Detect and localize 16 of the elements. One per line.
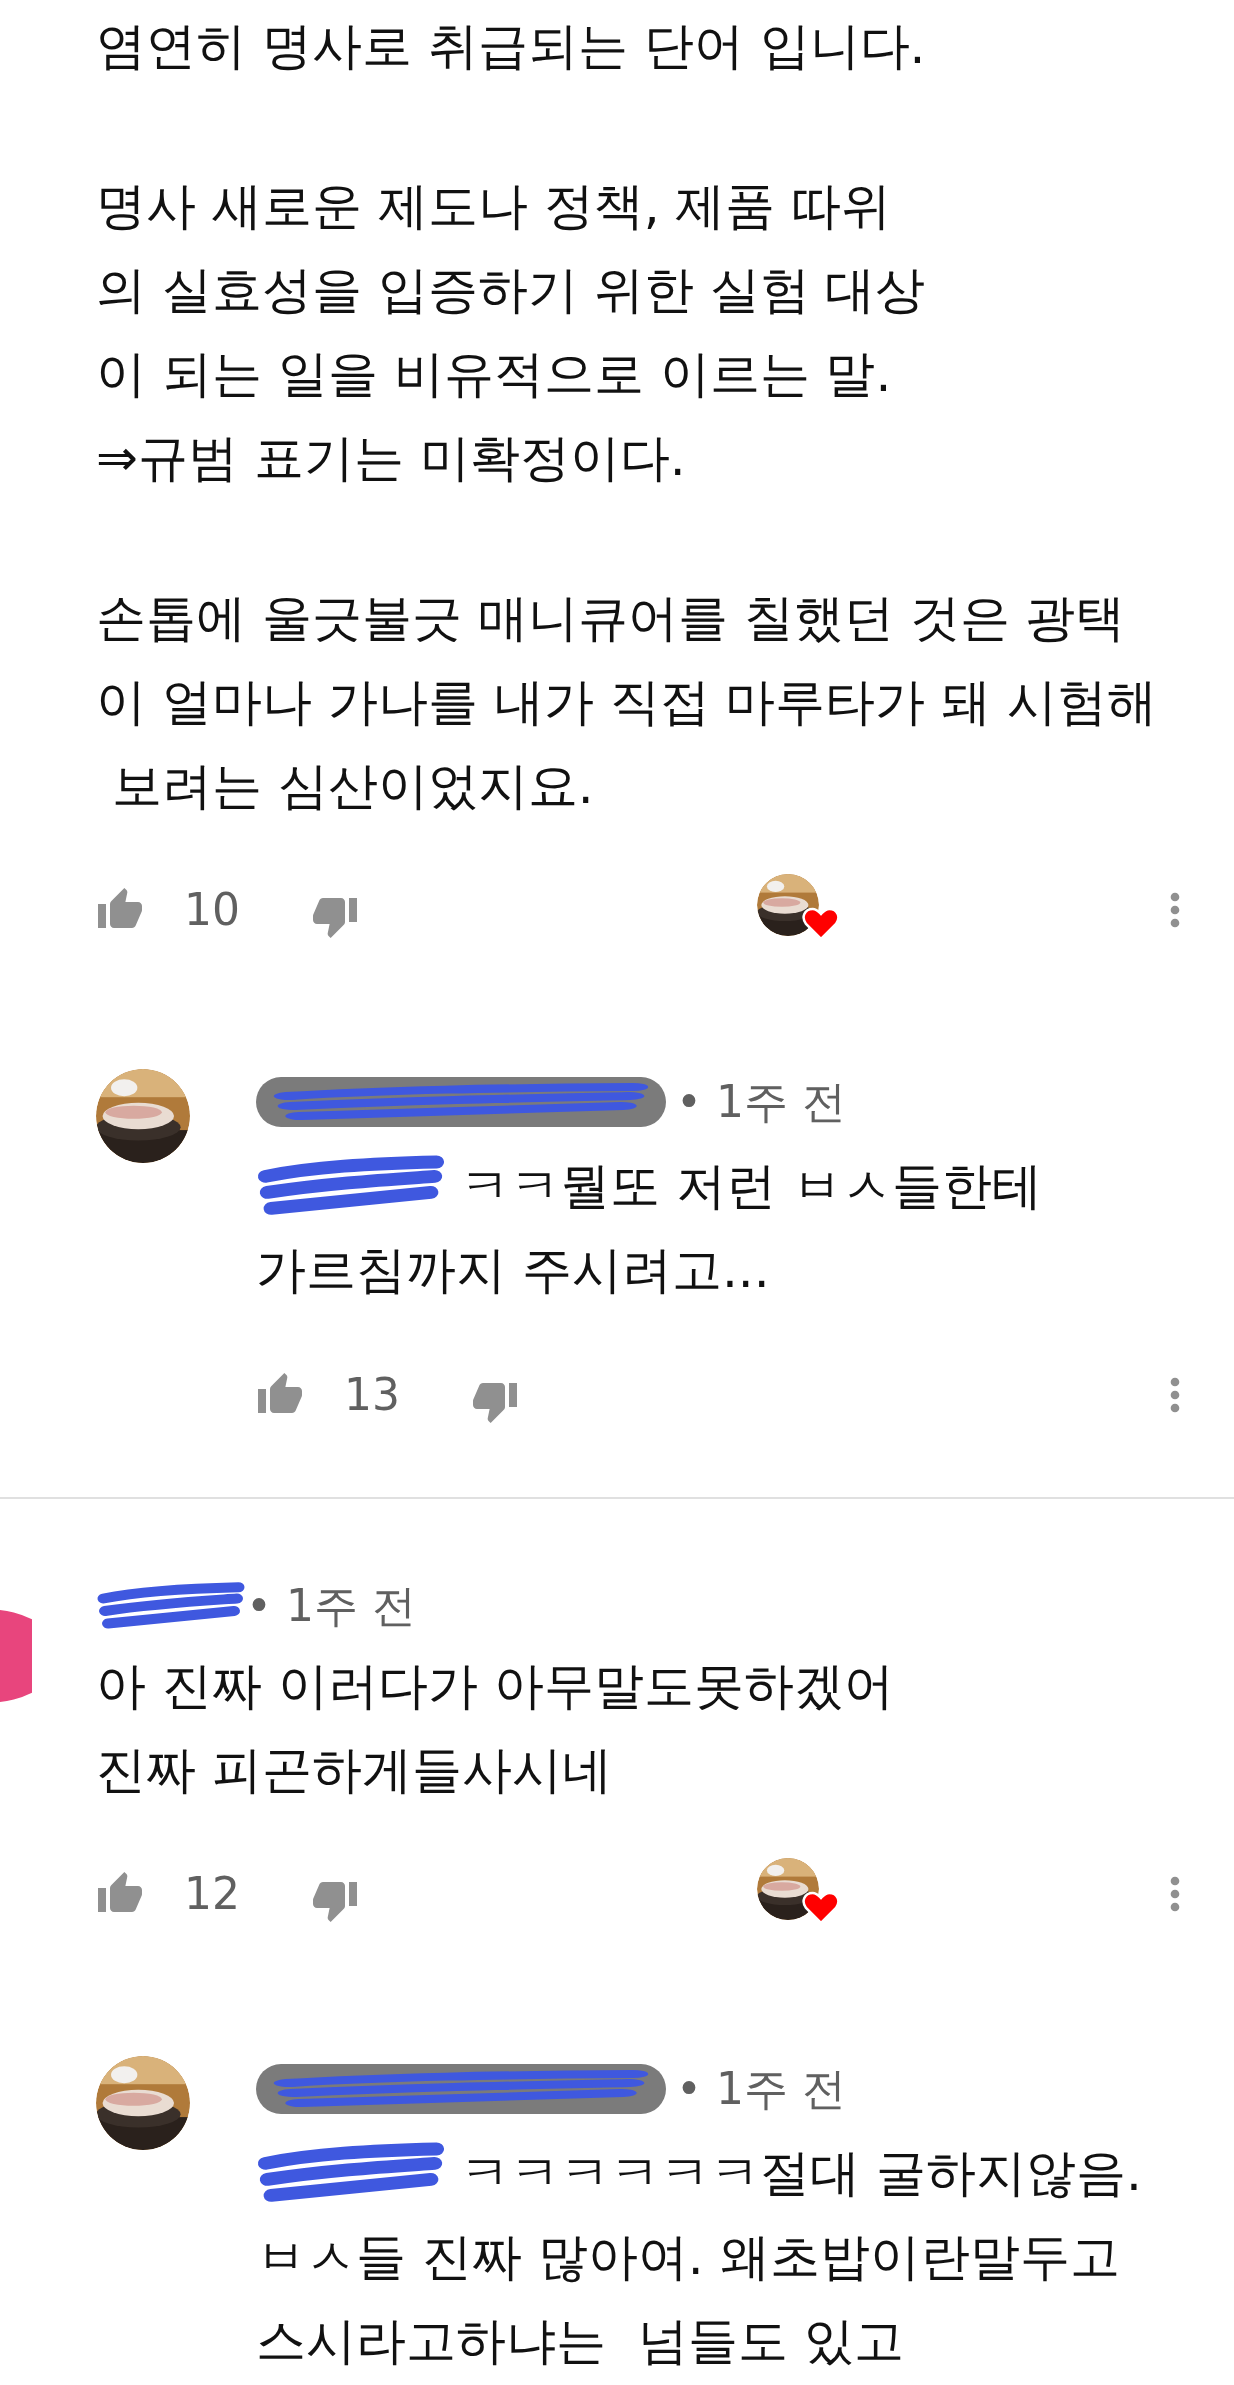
comment-text: ㅋㅋㅋㅋㅋㅋ절대 굴하지않음.: [460, 2143, 1142, 2204]
comment-time: • 1주 전: [246, 1579, 416, 1633]
author-badge[interactable]: [256, 1077, 666, 1127]
comment-time: • 1주 전: [676, 2062, 846, 2116]
comment-text: ㅋㅋ뭘또 저런 ㅂㅅ들한테: [460, 1156, 1042, 1217]
comment-text: 손톱에 울긋불긋 매니큐어를 칠했던 것은 광택 이 얼마나 가나를 내가 직접 마루타가 돼 시험해 보려는 심산이었지요.: [96, 588, 1159, 817]
author-badge[interactable]: [256, 2064, 666, 2114]
like-count: 13: [344, 1368, 401, 1422]
like-count: 10: [184, 883, 241, 937]
like-count: 12: [184, 1867, 241, 1921]
comment-text: 가르침까지 주시려고...: [256, 1240, 771, 1301]
comment-text: ㅂㅅ들 진짜 많아여. 왜초밥이란말두고 스시라고하냐는 넘들도 있고: [256, 2227, 1121, 2372]
comment-text: 아 진짜 이러다가 아무말도못하겠어 진짜 피곤하게들사시네: [96, 1656, 894, 1801]
comment-text: 염연히 명사로 취급되는 단어 입니다.: [96, 16, 927, 77]
comment-text: 명사 새로운 제도나 정책, 제품 따위 의 실효성을 입증하기 위한 실험 대상 이 되는 일을 비유적으로 이르는 말. ⇒규범 표기는 미확정이다.: [96, 176, 927, 489]
comment-time: • 1주 전: [676, 1075, 846, 1129]
